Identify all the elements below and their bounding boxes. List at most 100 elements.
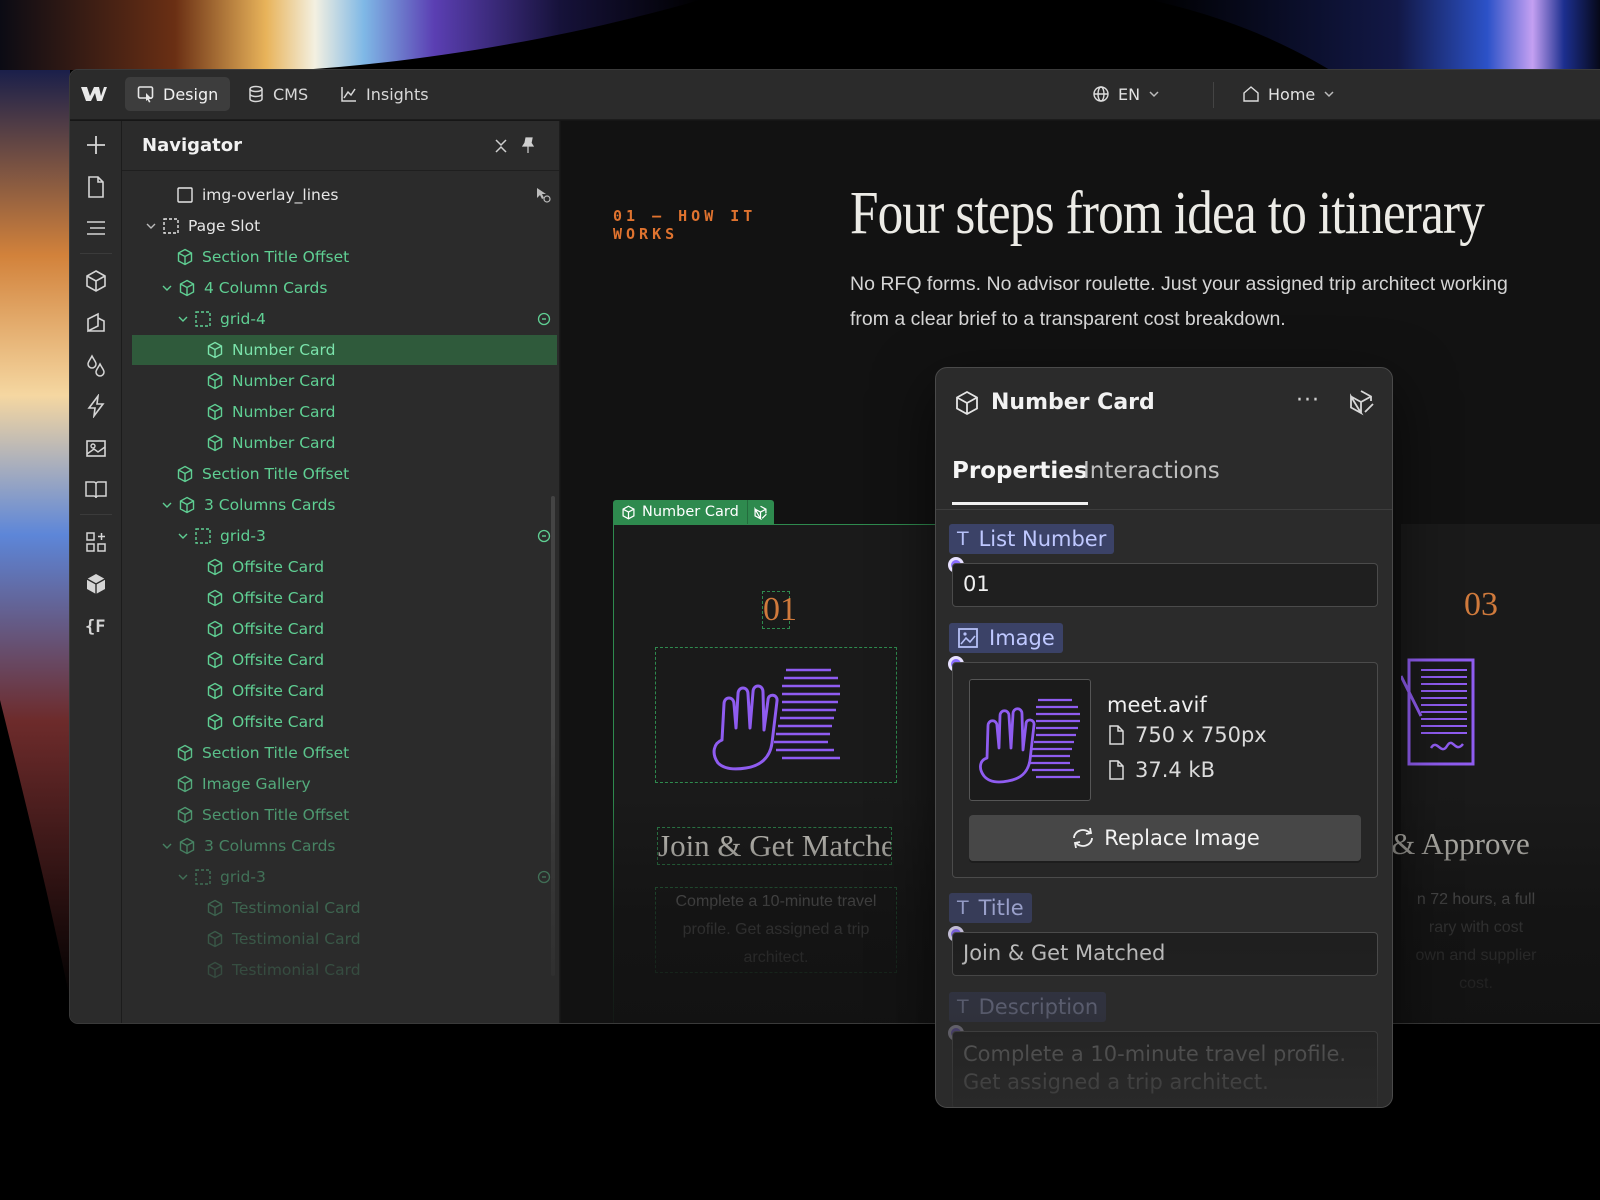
card-title[interactable]: Join & Get Matched — [657, 827, 892, 865]
tree-item-label: Page Slot — [188, 217, 261, 235]
add-elements-icon[interactable] — [82, 131, 110, 159]
tree-item-label: Image Gallery — [202, 775, 311, 793]
selected-element-tag[interactable]: Number Card — [613, 500, 774, 524]
list-number-field[interactable]: 01 — [952, 563, 1378, 607]
list-number-label-text: List Number — [978, 527, 1107, 551]
tree-item-label: Offsite Card — [232, 713, 325, 731]
chevron-down-icon[interactable] — [144, 219, 158, 233]
tree-item-offsite-card[interactable]: Offsite Card — [132, 676, 557, 706]
apps-icon[interactable] — [82, 528, 110, 556]
tree-item-grid-4[interactable]: grid-4 — [132, 304, 557, 334]
section-lede[interactable]: No RFQ forms. No advisor roulette. Just … — [850, 267, 1550, 337]
style-selectors-icon[interactable] — [82, 309, 110, 337]
selected-element-label[interactable]: Number Card — [613, 500, 748, 524]
components-icon[interactable] — [82, 267, 110, 295]
chevron-down-icon[interactable] — [160, 498, 174, 512]
tree-item-offsite-card[interactable]: Offsite Card — [132, 707, 557, 737]
component-icon — [179, 496, 195, 514]
tree-item-number-card[interactable]: Number Card — [132, 397, 557, 427]
linked-style-icon[interactable] — [537, 312, 551, 326]
tree-item-grid-3[interactable]: grid-3 — [132, 862, 557, 892]
card-number[interactable]: 03 — [1441, 586, 1521, 624]
tree-item-number-card-selected[interactable]: Number Card — [132, 335, 557, 365]
image-thumbnail[interactable] — [969, 679, 1091, 801]
tree-item-image-gallery[interactable]: Image Gallery — [132, 769, 557, 799]
number-card-3[interactable]: 03 w & Approve n 72 hours, a full rary w… — [1361, 524, 1600, 1023]
pages-icon[interactable] — [82, 173, 110, 201]
tree-item-3-columns-cards[interactable]: 3 Columns Cards — [132, 831, 557, 861]
edit-component-button[interactable] — [748, 500, 774, 524]
text-type-icon: T — [957, 996, 969, 1018]
tree-item-number-card[interactable]: Number Card — [132, 428, 557, 458]
tree-item-page-slot[interactable]: Page Slot — [132, 211, 557, 241]
section-eyebrow: 01 — HOW IT WORKS — [613, 207, 757, 243]
card-title[interactable]: w & Approve — [1361, 826, 1600, 862]
cms-mode-button[interactable]: CMS — [235, 77, 320, 111]
hidden-cursor-icon[interactable] — [535, 187, 551, 203]
navigator-icon[interactable] — [82, 214, 110, 242]
replace-image-button[interactable]: Replace Image — [969, 815, 1361, 861]
navigator-scrollbar[interactable] — [551, 496, 555, 976]
edit-component-icon[interactable] — [1348, 388, 1376, 416]
tab-interactions[interactable]: Interactions — [1083, 458, 1220, 502]
linked-style-icon[interactable] — [537, 870, 551, 884]
insights-mode-label: Insights — [366, 84, 429, 104]
tree-item-grid-3[interactable]: grid-3 — [132, 521, 557, 551]
interactions-icon[interactable] — [82, 392, 110, 420]
tree-item-testimonial-card[interactable]: Testimonial Card — [132, 955, 557, 985]
variables-icon[interactable] — [82, 351, 110, 379]
tree-item-section-title-offset[interactable]: Section Title Offset — [132, 738, 557, 768]
tree-item-testimonial-card[interactable]: Testimonial Card — [132, 924, 557, 954]
tree-item-label: Testimonial Card — [232, 961, 361, 979]
number-card-selected[interactable]: 01 Join & Get Matched Complete a 10-minu… — [613, 524, 943, 1023]
chevron-down-icon[interactable] — [176, 312, 190, 326]
text-type-icon: T — [957, 897, 969, 919]
more-options-button[interactable]: ··· — [1296, 388, 1320, 413]
section-headline[interactable]: Four steps from idea to itinerary — [850, 179, 1485, 249]
assets-icon[interactable] — [82, 434, 110, 462]
tab-properties[interactable]: Properties — [952, 458, 1088, 505]
design-mode-button[interactable]: Design — [125, 77, 231, 111]
tree-item-section-title-offset[interactable]: Section Title Offset — [132, 242, 557, 272]
tree-item-offsite-card[interactable]: Offsite Card — [132, 645, 557, 675]
tree-item-4-column-cards[interactable]: 4 Column Cards — [132, 273, 557, 303]
tree-item-3-columns-cards[interactable]: 3 Columns Cards — [132, 490, 557, 520]
image-type-icon — [958, 628, 978, 648]
grid-icon — [195, 528, 211, 544]
tree-item-section-title-offset[interactable]: Section Title Offset — [132, 459, 557, 489]
tree-item-offsite-card[interactable]: Offsite Card — [132, 583, 557, 613]
component-icon — [207, 434, 223, 452]
tree-item-section-title-offset[interactable]: Section Title Offset — [132, 800, 557, 830]
description-field[interactable]: Complete a 10-minute travel profile. Get… — [952, 1031, 1378, 1107]
card-image[interactable] — [655, 647, 897, 783]
title-field[interactable]: Join & Get Matched — [952, 932, 1378, 976]
chevron-down-icon[interactable] — [176, 870, 190, 884]
card-description[interactable]: n 72 hours, a full rary with cost own an… — [1391, 886, 1561, 998]
code-function-icon[interactable]: {F — [82, 611, 110, 639]
pin-icon[interactable] — [519, 136, 537, 154]
collapse-all-icon[interactable] — [493, 138, 509, 154]
tree-item-label: Offsite Card — [232, 651, 325, 669]
chevron-down-icon[interactable] — [160, 281, 174, 295]
language-selector[interactable]: EN — [1092, 79, 1160, 109]
insights-mode-button[interactable]: Insights — [328, 77, 441, 111]
popup-header: Number Card ··· — [936, 368, 1392, 440]
linked-style-icon[interactable] — [537, 529, 551, 543]
component-icon — [207, 899, 223, 917]
chevron-down-icon[interactable] — [176, 529, 190, 543]
webflow-logo-icon[interactable] — [80, 83, 108, 105]
tree-item-offsite-card[interactable]: Offsite Card — [132, 552, 557, 582]
tree-item-label: Section Title Offset — [202, 465, 350, 483]
documentation-icon[interactable] — [82, 475, 110, 503]
page-selector[interactable]: Home — [1242, 79, 1335, 109]
component-icon — [177, 744, 193, 762]
chevron-down-icon[interactable] — [160, 839, 174, 853]
tree-item-img-overlay-lines[interactable]: img-overlay_lines — [132, 180, 557, 210]
tree-item-offsite-card[interactable]: Offsite Card — [132, 614, 557, 644]
package-icon[interactable] — [82, 570, 110, 598]
card-number[interactable]: 01 — [762, 591, 797, 629]
card-description[interactable]: Complete a 10-minute travel profile. Get… — [655, 887, 897, 973]
grid-icon — [195, 869, 211, 885]
tree-item-number-card[interactable]: Number Card — [132, 366, 557, 396]
tree-item-testimonial-card[interactable]: Testimonial Card — [132, 893, 557, 923]
